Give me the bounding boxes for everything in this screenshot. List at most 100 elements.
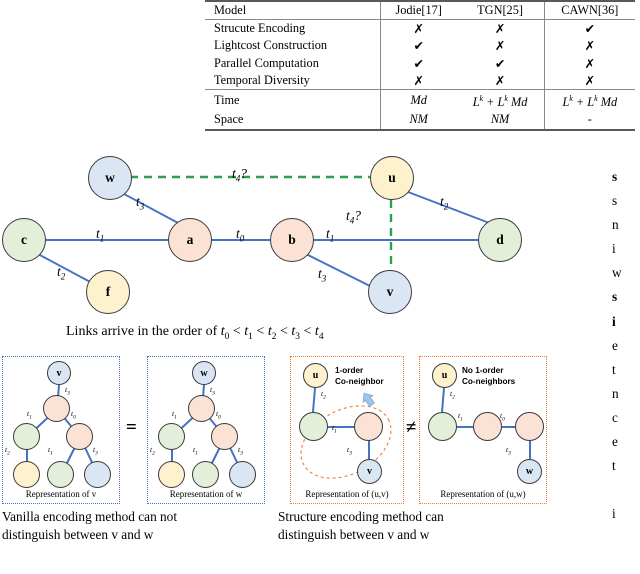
panel-time-label: t1 [332,423,337,435]
edge-time-label: t2 [57,264,66,282]
edge-time-label: t2 [440,194,449,212]
body-text-line: w [612,265,622,281]
feature-mark: ✗ [543,71,635,90]
panel-node [354,412,383,441]
body-text-line: n [612,385,619,401]
graph-node-a: a [168,218,212,262]
table-row: Space NM NM - [205,111,635,130]
edge-time-label: t1 [96,226,105,244]
panel-node [428,412,457,441]
body-text-line: s [612,289,618,305]
feature-label: Temporal Diversity [214,72,310,87]
table-header-jodie: Jodie[17] [379,1,457,20]
relation-symbol-neq: ≠ [406,417,417,438]
complexity-value: NM [379,111,457,130]
complexity-value: Lk + Lk Md [472,94,528,110]
feature-mark: ✗ [379,19,457,38]
panel-rep-uw: u w t2 t1 t0 t3 No 1-order Co-neighbors Represen… [419,356,547,504]
caption-line-1: Vanilla encoding method can not [2,509,178,524]
link-order-sequence: t0 < t1 < t2 < t3 < t4 [220,324,324,342]
body-text-line: i [612,506,616,522]
feature-mark: ✗ [543,54,635,72]
edge-c-f [37,253,95,285]
edge-time-label: t0 [236,226,245,244]
panel-node [43,395,70,422]
body-text-line: n [612,217,619,233]
panel-time-label: t2 [150,445,155,457]
feature-mark: ✔ [379,54,457,72]
panel-time-label: t3 [210,385,215,397]
caption-structure: Structure encoding method can distinguish… [278,508,444,543]
panel-time-label: t0 [500,411,505,423]
panel-rep-uv: u v t2 t1 t3 1-order Co-neighbor Representation… [290,356,404,504]
panel-node [13,423,40,450]
panel-edge [441,387,445,413]
panel-time-label: t0 [71,409,76,421]
complexity-value: Md [379,89,457,112]
table-header-row: Model Jodie[17] TGN[25] CAWN[36] [205,1,635,20]
table-row: Parallel Computation ✔ ✔ ✗ [205,54,635,72]
panel-node [158,461,185,488]
caption-line-2: distinguish between v and w [278,526,430,542]
table-row: Strucute Encoding ✗ ✗ ✔ [205,19,635,38]
link-order-caption: Links arrive in the order of t0 < t1 < t… [66,324,324,342]
complexity-value: Lk + Lk Md [543,89,635,112]
caption-line-1: Structure encoding method can [278,509,444,524]
feature-mark: ✗ [494,38,506,54]
complexity-value: NM [490,112,510,127]
body-text-line: i [612,313,616,329]
model-comparison-table: Model Jodie[17] TGN[25] CAWN[36] Strucut… [205,0,635,131]
panel-caption: Representation of (u,v) [305,489,389,499]
table-row: Lightcost Construction ✔ ✗ ✗ [205,37,635,55]
feature-mark: ✗ [494,72,506,88]
body-text-line: s [612,193,618,209]
feature-mark: ✗ [543,37,635,55]
panel-node-u: u [303,363,328,388]
panel-node-w: w [192,361,216,385]
panel-time-label: t2 [5,445,10,457]
panel-time-label: t3 [93,445,98,457]
co-neighbor-highlight [300,405,392,479]
table-header-tgn: TGN[25] [477,3,523,17]
panel-note: 1-order Co-neighbor [335,366,384,386]
body-text-line: i [612,241,616,257]
graph-node-b: b [270,218,314,262]
panel-node [66,423,93,450]
table-complexity-rows: Time Md Lk + Lk Md Lk + Lk Md Space NM NM - [205,89,635,130]
caption-line-2: distinguish between v and w [2,526,154,542]
feature-label: Parallel Computation [214,55,319,70]
body-text-line: t [612,361,616,377]
body-text-line: c [612,409,618,425]
panel-time-label: t1 [458,411,463,423]
panel-time-label: t0 [216,409,221,421]
panel-time-label: t2 [321,389,326,401]
graph-node-c: c [2,218,46,262]
panel-node [473,412,502,441]
panel-caption: Representation of w [169,489,243,499]
body-text-line: t [612,458,616,474]
panel-rep-w: w t3 t1 t0 t2 t1 t3 Representation of w [147,356,265,504]
table-row: Time Md Lk + Lk Md Lk + Lk Md [205,89,635,112]
panel-node [188,395,215,422]
panel-time-label: t2 [450,389,455,401]
panel-time-label: t3 [65,385,70,397]
panel-node [229,461,256,488]
body-text-line: e [612,337,618,353]
panel-node-u: u [432,363,457,388]
query-time-label: t4? [232,166,248,184]
feature-mark: ✔ [543,19,635,38]
comparison-table: Model Jodie[17] TGN[25] CAWN[36] Strucut… [205,0,635,131]
panel-edge [312,387,316,413]
panel-node-w: w [517,459,542,484]
temporal-graph-diagram: w u c a b d f v t3 t1 t2 t0 t1 t2 t3 t4? t4? [0,150,570,325]
body-text-line: s [612,169,618,184]
panel-node [47,461,74,488]
panel-node-v: v [47,361,71,385]
feature-mark: ✗ [494,21,506,37]
table-header-model: Model [214,3,247,17]
link-order-prefix: Links arrive in the order of [66,324,218,339]
panel-time-label: t3 [347,445,352,457]
panel-time-label: t1 [48,445,53,457]
complexity-value: - [543,111,635,130]
graph-node-v: v [368,270,412,314]
